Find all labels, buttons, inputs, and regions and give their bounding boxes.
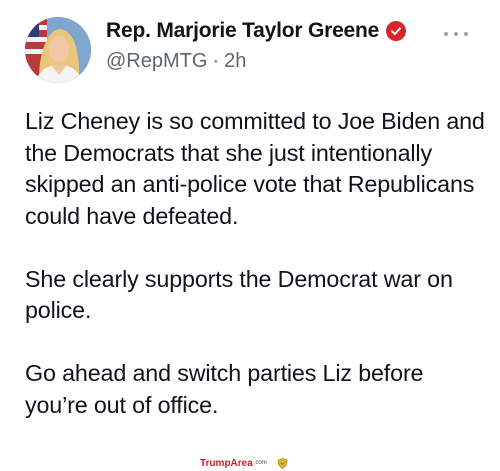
more-dot [444,32,448,36]
name-row: Rep. Marjorie Taylor Greene [106,16,407,46]
more-dot [454,32,458,36]
user-handle[interactable]: @RepMTG [106,50,207,73]
verified-check-icon [386,21,407,41]
timestamp[interactable]: 2h [224,50,246,73]
tweet-card: Rep. Marjorie Taylor Greene @RepMTG · 2h… [0,0,500,471]
tweet-text: Liz Cheney is so committed to Joe Biden … [25,106,490,421]
tweet-paragraph: Liz Cheney is so committed to Joe Biden … [25,108,485,229]
handle-row: @RepMTG · 2h [106,50,406,73]
watermark: TrumpArea .com [200,457,288,469]
more-options-icon[interactable] [444,26,468,42]
more-dot [464,32,468,36]
separator: · [212,50,220,72]
tweet-paragraph: Go ahead and switch parties Liz before y… [25,360,424,418]
tweet-header: Rep. Marjorie Taylor Greene @RepMTG · 2h [106,16,407,73]
tweet-paragraph: She clearly supports the Democrat war on… [25,265,453,324]
watermark-brand: TrumpArea [200,457,253,469]
avatar[interactable] [25,17,91,83]
display-name[interactable]: Rep. Marjorie Taylor Greene [106,19,379,43]
shield-icon [277,457,288,469]
profile-photo-icon [25,17,91,83]
watermark-suffix: .com [253,460,267,466]
